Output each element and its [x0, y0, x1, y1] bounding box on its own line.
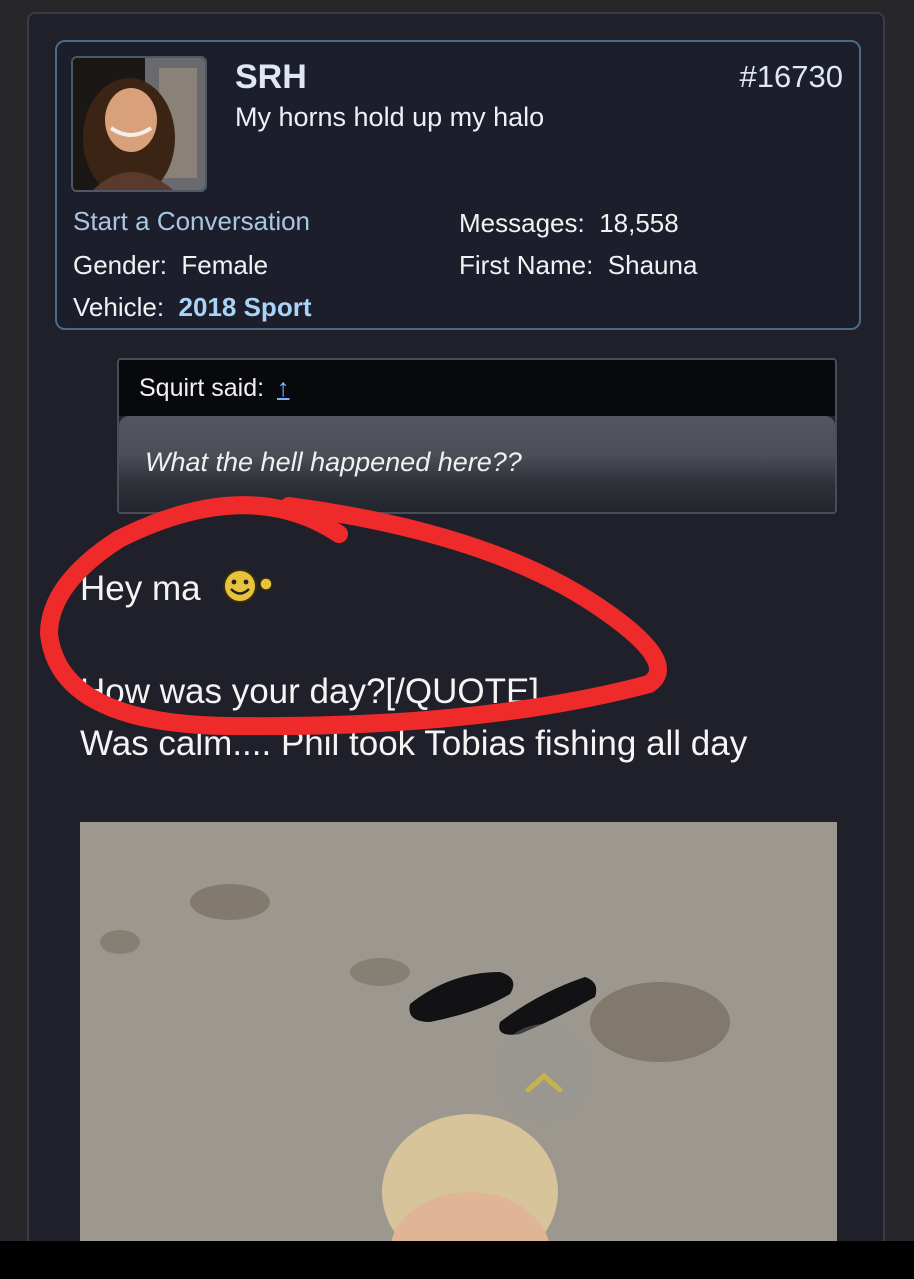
chevron-up-icon	[525, 1072, 563, 1093]
start-conversation-link[interactable]: Start a Conversation	[73, 206, 310, 237]
quote-block: Squirt said: ↑ What the hell happened he…	[117, 358, 837, 514]
username[interactable]: SRH	[235, 58, 307, 97]
scroll-to-top-button[interactable]	[494, 1024, 594, 1124]
vehicle-value-link[interactable]: 2018 Sport	[179, 292, 312, 322]
first-name-label: First Name:	[459, 250, 594, 280]
quote-header: Squirt said: ↑	[119, 360, 835, 416]
message-line-1: Hey ma	[80, 566, 280, 615]
gender-row: Gender: Female	[73, 250, 268, 281]
avatar[interactable]	[71, 56, 207, 192]
vehicle-row: Vehicle: 2018 Sport	[73, 292, 311, 323]
messages-label: Messages:	[459, 208, 585, 238]
attached-photo[interactable]	[80, 822, 837, 1270]
first-name-row: First Name: Shauna	[459, 250, 697, 281]
user-info-card: SRH My horns hold up my halo #16730 Star…	[55, 40, 861, 330]
jump-to-quote-arrow-icon[interactable]: ↑	[277, 374, 290, 402]
messages-row: Messages: 18,558	[459, 208, 679, 239]
gender-label: Gender:	[73, 250, 167, 280]
gender-value: Female	[181, 250, 269, 280]
first-name-value: Shauna	[607, 250, 698, 280]
quote-author: Squirt said:	[139, 374, 265, 402]
messages-value: 18,558	[599, 208, 679, 238]
post-number-link[interactable]: #16730	[740, 59, 843, 95]
quote-text: What the hell happened here??	[119, 416, 835, 512]
message-line-2: How was your day?[/QUOTE]	[80, 672, 540, 711]
user-title: My horns hold up my halo	[235, 102, 545, 132]
message-text-1: Hey ma	[80, 568, 201, 608]
waving-smiley-icon	[220, 566, 280, 615]
vehicle-label: Vehicle:	[73, 292, 165, 322]
message-line-3: Was calm.... Phil took Tobias fishing al…	[80, 724, 748, 763]
bottom-bar	[0, 1241, 914, 1279]
forum-post: SRH My horns hold up my halo #16730 Star…	[27, 12, 885, 1272]
